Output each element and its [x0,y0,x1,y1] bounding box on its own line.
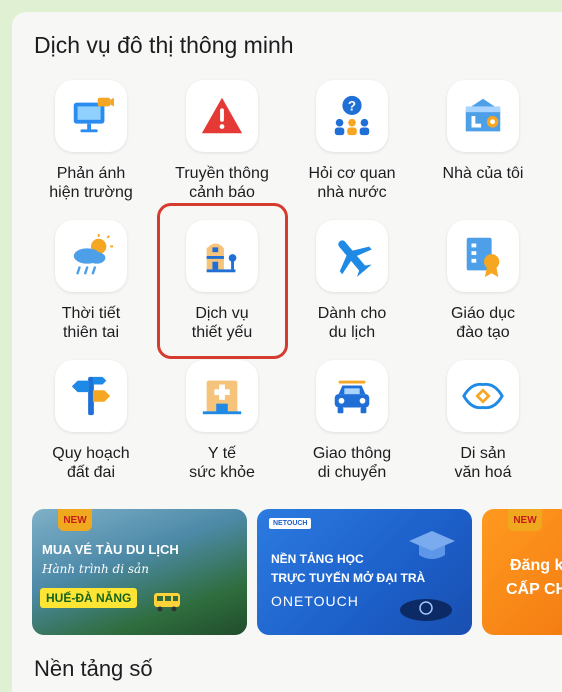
svg-text:?: ? [348,98,356,113]
service-label: Phản ánh hiện trường [49,165,133,201]
service-truyen-thong[interactable]: Truyền thông cảnh báo [157,80,287,202]
banner-train-ticket[interactable]: NEW MUA VÉ TÀU DU LỊCH Hành trình di sản… [32,509,247,635]
airplane-icon [316,220,388,292]
monitor-camera-icon [55,80,127,152]
hospital-icon [186,360,258,432]
service-du-lich[interactable]: Dành cho du lịch [287,220,417,342]
service-label: Hỏi cơ quan nhà nước [308,165,396,201]
section-title-digital-platforms: Nền tảng số [34,656,153,681]
banner-title: MUA VÉ TÀU DU LỊCH [42,542,179,557]
signpost-icon [55,360,127,432]
section-title: Dịch vụ đô thị thông minh [34,32,294,58]
service-phan-anh[interactable]: Phản ánh hiện trường [26,80,156,202]
service-quy-hoach[interactable]: Quy hoạch đất đai [26,360,156,482]
home-location-icon [447,80,519,152]
banner-route: HUẾ-ĐÀ NẴNG [40,588,138,608]
touch-device-icon [400,599,452,621]
new-badge: NEW [508,509,542,531]
banner-subtitle: Hành trình di sản [42,562,149,576]
train-icon [154,593,180,612]
service-giao-thong[interactable]: Giao thông di chuyển [287,360,417,482]
banner-line2: CẤP CH [506,581,562,598]
certificate-icon [447,220,519,292]
service-label: Truyền thông cảnh báo [175,165,269,201]
service-label: Di sản văn hoá [454,445,512,481]
banner-brand: ONETOUCH [271,593,359,609]
banner-register[interactable]: NEW Đăng k CẤP CH [482,509,562,635]
smart-city-panel: Dịch vụ đô thị thông minh Phản ánh hiện … [12,12,562,692]
service-label: Giao thông di chuyển [312,445,392,481]
banner-line2: TRỰC TUYẾN MỞ ĐẠI TRÀ [271,571,426,585]
service-label: Quy hoạch đất đai [52,445,130,481]
service-label: Y tế sức khỏe [189,445,255,481]
service-nha-cua-toi[interactable]: Nhà của tôi [418,80,548,183]
graduation-cap-icon [409,531,455,559]
service-label: Nhà của tôi [442,165,524,182]
weather-icon [55,220,127,292]
banner-netouch[interactable]: NETOUCH NỀN TẢNG HỌC TRỰC TUYẾN MỞ ĐẠI T… [257,509,472,635]
question-people-icon: ? [316,80,388,152]
banner-line1: Đăng k [510,557,562,574]
service-hoi-co-quan[interactable]: ? Hỏi cơ quan nhà nước [287,80,417,202]
service-di-san[interactable]: Di sản văn hoá [418,360,548,482]
service-label: Dành cho du lịch [317,305,387,341]
netouch-logo: NETOUCH [269,518,312,529]
highlight-outline [157,203,288,359]
banner-line1: NỀN TẢNG HỌC [271,552,364,566]
car-icon [316,360,388,432]
heritage-icon [447,360,519,432]
service-giao-duc[interactable]: Giáo dục đào tạo [418,220,548,342]
new-badge: NEW [58,509,92,531]
warning-triangle-icon [186,80,258,152]
service-thoi-tiet[interactable]: Thời tiết thiên tai [26,220,156,342]
service-label: Thời tiết thiên tai [61,305,121,341]
service-y-te[interactable]: Y tế sức khỏe [157,360,287,482]
service-label: Giáo dục đào tạo [450,305,516,341]
